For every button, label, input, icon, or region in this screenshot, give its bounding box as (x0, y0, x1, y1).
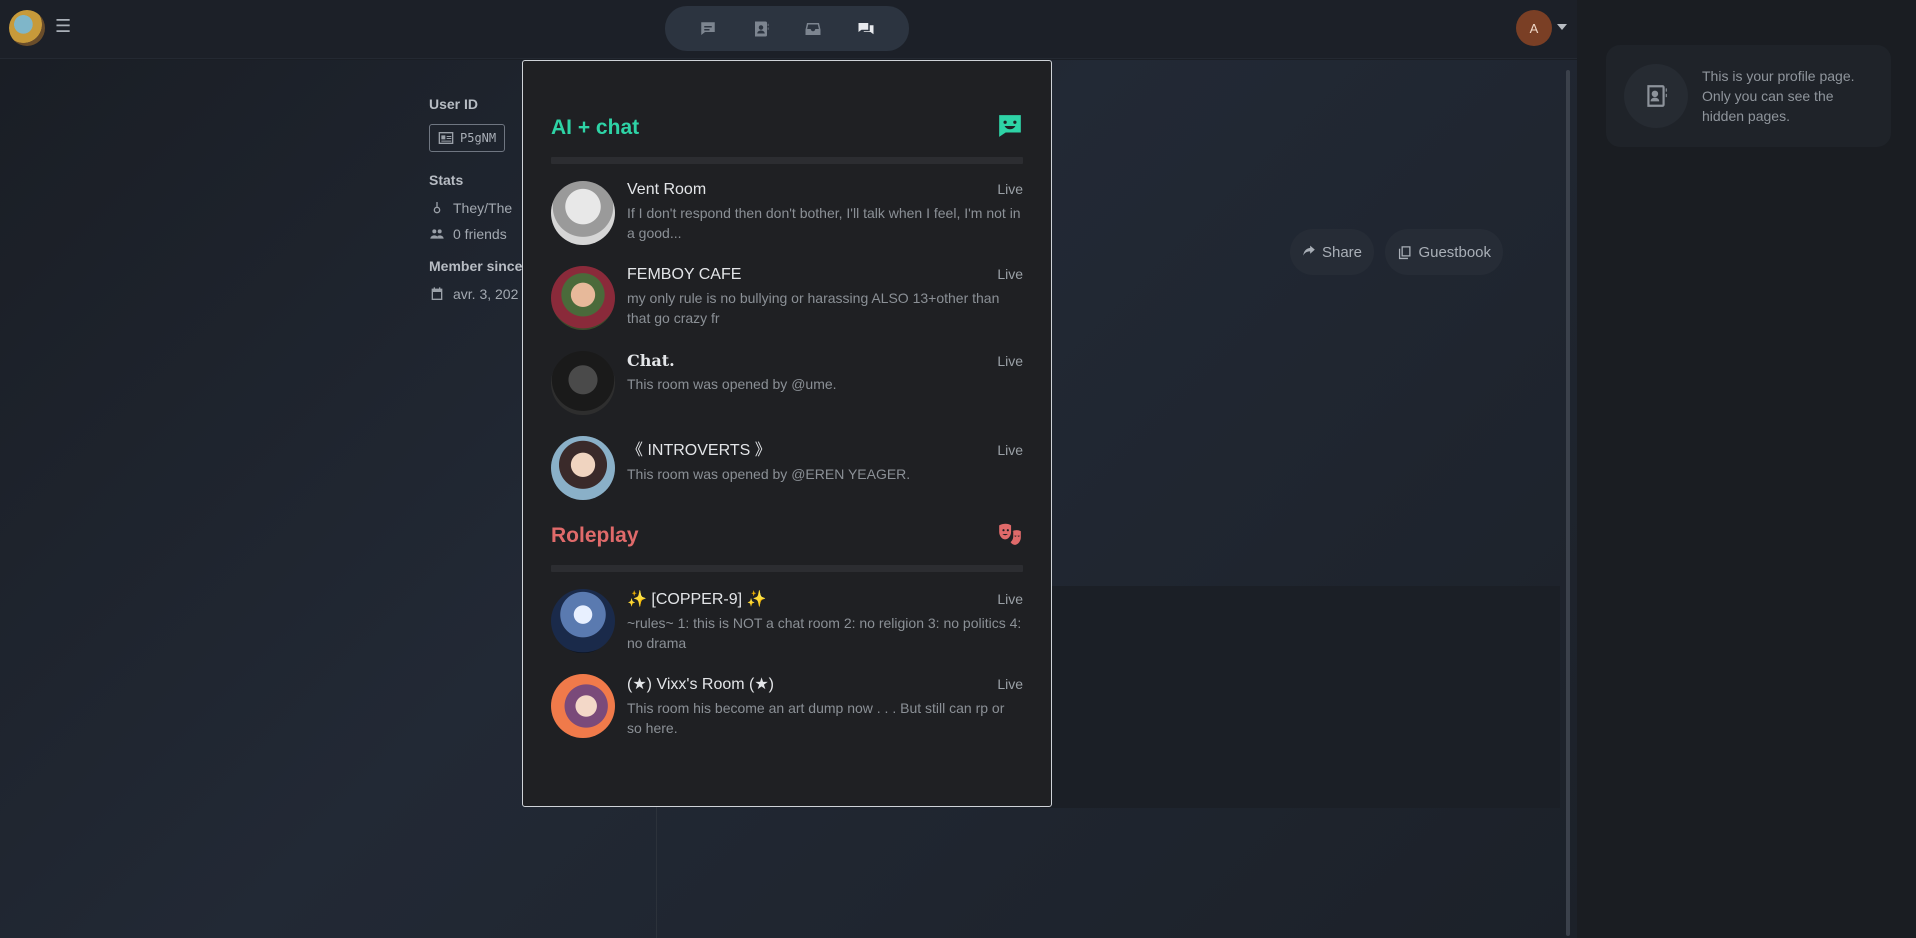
room-description: This room his become an art dump now . .… (627, 700, 1005, 736)
user-id-value: P5gNM (460, 131, 497, 145)
user-initial: A (1529, 20, 1539, 36)
gender-icon (433, 202, 441, 214)
nav-contacts-button[interactable] (741, 12, 781, 46)
nav-inbox-button[interactable] (793, 12, 833, 46)
nav-rooms-button[interactable] (846, 12, 886, 46)
room-avatar (551, 674, 615, 738)
section-title-roleplay: Roleplay (551, 524, 639, 547)
section-divider (551, 157, 1023, 164)
room-name: (★) Vixx's Room (★) (627, 676, 775, 693)
room-item-vixx-room[interactable]: (★) Vixx's Room (★) Live This room his b… (551, 671, 1023, 741)
user-avatar[interactable]: A (1516, 10, 1552, 46)
hamburger-menu-icon[interactable]: ☰ (55, 17, 71, 35)
rooms-dropdown: AI + chat Vent Room Live If I don't resp… (522, 60, 1052, 807)
contact-book-icon (754, 21, 769, 36)
room-item-chat[interactable]: Chat. Live This room was opened by @ume. (551, 348, 1023, 418)
friends-value: 0 friends (453, 226, 507, 242)
nav-chat-button[interactable] (688, 12, 728, 46)
friends-icon (430, 229, 444, 239)
user-id-badge[interactable]: P5gNM (429, 124, 506, 152)
room-name: Vent Room (627, 181, 707, 198)
room-description: my only rule is no bullying or harassing… (627, 290, 1000, 326)
chats-icon (858, 22, 874, 34)
pronouns-value: They/The (453, 200, 513, 216)
smiley-chat-icon (997, 113, 1023, 144)
room-avatar (551, 589, 615, 653)
site-logo-avatar[interactable] (9, 10, 45, 46)
room-name: 《 INTROVERTS 》 (627, 442, 771, 459)
section-divider (551, 565, 1023, 572)
guestbook-button[interactable]: Guestbook (1385, 229, 1503, 275)
contact-book-icon (1647, 85, 1667, 107)
member-since-value: avr. 3, 202 (453, 286, 519, 302)
room-status: Live (997, 591, 1023, 607)
id-card-icon (438, 132, 454, 144)
guestbook-icon (1398, 246, 1411, 260)
room-item-introverts[interactable]: 《 INTROVERTS 》 Live This room was opened… (551, 433, 1023, 503)
room-avatar (551, 266, 615, 330)
room-name: FEMBOY CAFE (627, 266, 742, 283)
hint-text: This is your profile page. Only you can … (1702, 68, 1855, 124)
section-header-ai-chat: AI + chat (551, 113, 1023, 143)
section-title-ai-chat: AI + chat (551, 116, 640, 139)
room-status: Live (997, 266, 1023, 282)
room-item-femboy-cafe[interactable]: FEMBOY CAFE Live my only rule is no bull… (551, 263, 1023, 333)
room-name: ✨ [COPPER-9] ✨ (627, 591, 767, 608)
share-button[interactable]: Share (1290, 229, 1374, 275)
room-avatar (551, 181, 615, 245)
room-description: ~rules~ 1: this is NOT a chat room 2: no… (627, 615, 1022, 651)
main-nav (665, 6, 909, 51)
share-label: Share (1321, 243, 1362, 261)
calendar-icon (431, 287, 443, 300)
profile-hint-card: This is your profile page. Only you can … (1606, 45, 1891, 147)
theater-masks-icon (997, 521, 1023, 552)
room-status: Live (997, 442, 1023, 458)
scrollbar[interactable] (1566, 70, 1570, 936)
room-avatar (551, 436, 615, 500)
room-item-vent-room[interactable]: Vent Room Live If I don't respond then d… (551, 178, 1023, 248)
profile-content-area (1040, 586, 1560, 808)
room-name: Chat. (627, 351, 675, 370)
guestbook-label: Guestbook (1418, 243, 1491, 261)
inbox-icon (805, 22, 821, 35)
room-avatar (551, 351, 615, 415)
room-status: Live (997, 353, 1023, 369)
room-description: This room was opened by @EREN YEAGER. (627, 466, 911, 482)
room-description: This room was opened by @ume. (627, 376, 837, 392)
room-status: Live (997, 676, 1023, 692)
share-icon (1303, 245, 1315, 256)
chat-bubble-icon (701, 21, 715, 35)
chevron-down-icon[interactable] (1557, 24, 1567, 30)
section-header-roleplay: Roleplay (551, 521, 1023, 551)
room-item-copper-9[interactable]: ✨ [COPPER-9] ✨ Live ~rules~ 1: this is N… (551, 586, 1023, 656)
room-status: Live (997, 181, 1023, 197)
room-description: If I don't respond then don't bother, I'… (627, 205, 1021, 241)
hint-icon-circle (1624, 64, 1688, 128)
top-bar: ☰ A (0, 0, 1577, 59)
